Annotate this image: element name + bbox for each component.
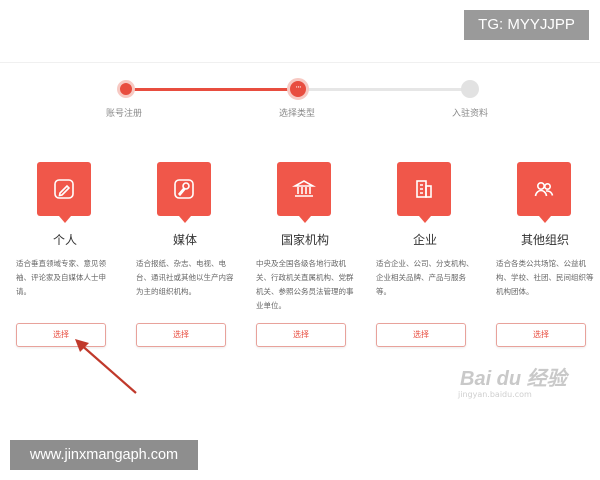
card-government: 国家机构 中央及全国各级各地行政机关、行政机关直属机构、党群机关、参照公务员法管… bbox=[250, 160, 360, 350]
progress-steps: ··· 账号注册 选择类型 入驻资料 bbox=[0, 78, 600, 128]
progress-line-done bbox=[126, 88, 298, 91]
step-label-select-type: 选择类型 bbox=[279, 109, 316, 119]
step-label-profile: 入驻资料 bbox=[452, 109, 489, 119]
step-dot-done bbox=[117, 80, 135, 98]
building-icon bbox=[397, 162, 451, 223]
microphone-icon bbox=[157, 162, 211, 223]
baidu-watermark-url: jingyan.baidu.com bbox=[458, 390, 532, 399]
card-title: 国家机构 bbox=[280, 233, 329, 247]
card-description: 适合各类公共场馆、公益机构、学校、社团、民间组织等机构团体。 bbox=[496, 259, 594, 296]
group-icon bbox=[517, 162, 571, 223]
card-title: 其他组织 bbox=[520, 233, 569, 247]
step-label-register: 账号注册 bbox=[106, 109, 143, 119]
select-button-enterprise[interactable]: 选择 bbox=[376, 323, 466, 347]
step-dot-todo bbox=[461, 80, 479, 98]
pointer-arrow-annotation bbox=[75, 339, 137, 394]
card-title: 企业 bbox=[412, 233, 437, 247]
progress-line-todo bbox=[298, 88, 470, 91]
pencil-icon bbox=[37, 162, 91, 223]
card-individual: 个人 适合垂直领域专家、意见领袖、评论家及自媒体人士申请。 选择 bbox=[10, 160, 120, 350]
account-type-cards: 个人 适合垂直领域专家、意见领袖、评论家及自媒体人士申请。 选择 媒体 适合报纸… bbox=[10, 160, 594, 360]
card-enterprise: 企业 适合企业、公司、分支机构、企业相关品牌、产品与服务等。 选择 bbox=[370, 160, 480, 350]
card-description: 适合垂直领域专家、意见领袖、评论家及自媒体人士申请。 bbox=[16, 259, 106, 296]
card-other-organization: 其他组织 适合各类公共场馆、公益机构、学校、社团、民间组织等机构团体。 选择 bbox=[490, 160, 600, 350]
card-description: 适合企业、公司、分支机构、企业相关品牌、产品与服务等。 bbox=[376, 259, 474, 296]
watermark-tag-top: TG: MYYJJPP bbox=[464, 10, 589, 40]
select-button-government[interactable]: 选择 bbox=[256, 323, 346, 347]
card-media: 媒体 适合报纸、杂志、电视、电台、通讯社或其他以生产内容为主的组织机构。 选择 bbox=[130, 160, 240, 350]
card-description: 中央及全国各级各地行政机关、行政机关直属机构、党群机关、参照公务员法管理的事业单… bbox=[256, 259, 354, 310]
card-title: 媒体 bbox=[172, 233, 197, 247]
watermark-tag-bottom: www.jinxmangaph.com bbox=[10, 440, 198, 470]
baidu-watermark: Bai du 经验 bbox=[460, 368, 567, 390]
card-description: 适合报纸、杂志、电视、电台、通讯社或其他以生产内容为主的组织机构。 bbox=[136, 259, 234, 296]
card-title: 个人 bbox=[52, 233, 77, 247]
step-dot-current: ··· bbox=[287, 78, 309, 100]
institution-icon bbox=[277, 162, 331, 223]
select-button-other[interactable]: 选择 bbox=[496, 323, 586, 347]
